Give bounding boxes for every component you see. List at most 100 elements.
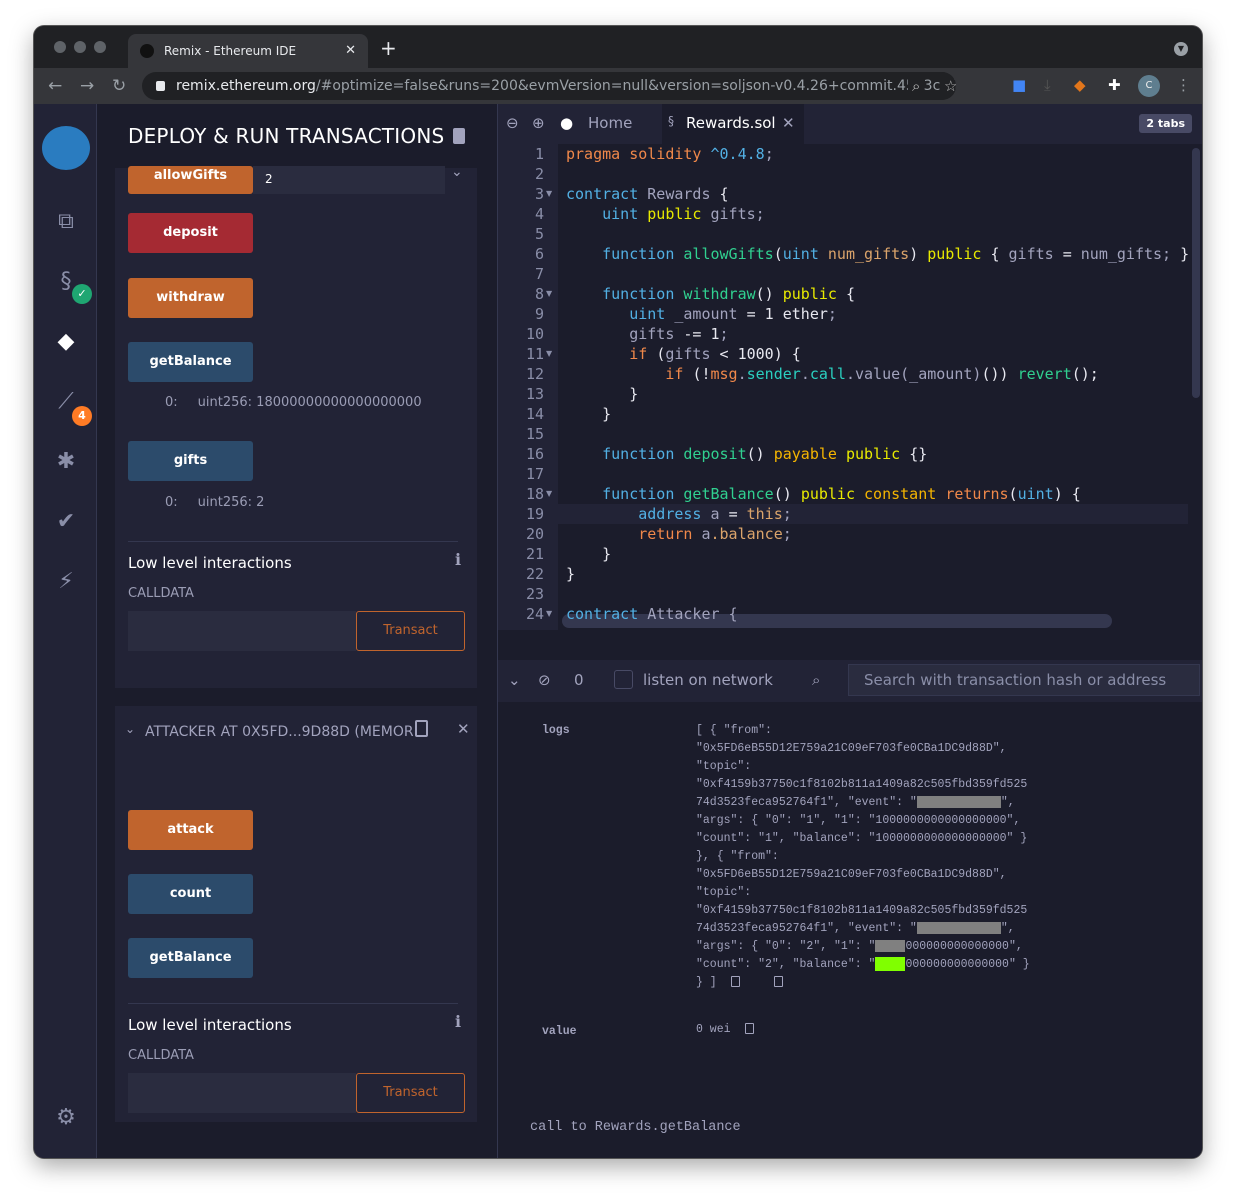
log-text: "count": "1", "balance": "10000000000000… bbox=[696, 832, 1028, 845]
withdraw-button[interactable]: withdraw bbox=[128, 278, 253, 318]
calldata-input[interactable] bbox=[128, 1073, 356, 1113]
plugin-manager-plug-icon[interactable]: ⚡ bbox=[52, 568, 80, 596]
vertical-scrollbar[interactable] bbox=[1192, 148, 1200, 398]
google-translate-icon[interactable]: ■ bbox=[1012, 76, 1026, 94]
info-icon[interactable]: i bbox=[455, 550, 461, 569]
allowGifts-input[interactable]: 2 bbox=[253, 166, 445, 194]
copy-icon[interactable] bbox=[773, 976, 783, 988]
code-token: public bbox=[647, 205, 711, 223]
close-tab-icon[interactable]: ✕ bbox=[345, 43, 356, 58]
bookmark-star-icon[interactable]: ☆ bbox=[940, 72, 956, 100]
code-token: function bbox=[566, 445, 684, 463]
collapse-chevron-icon[interactable]: ⌄ bbox=[125, 722, 135, 736]
transact-button[interactable]: Transact bbox=[356, 1073, 465, 1113]
tab-home[interactable]: Home bbox=[588, 114, 632, 132]
fold-arrow-icon[interactable]: ▼ bbox=[546, 284, 552, 304]
code-token: public bbox=[782, 285, 846, 303]
code-line: uint _amount = 1 ether; bbox=[566, 304, 837, 324]
info-icon[interactable]: i bbox=[455, 1012, 461, 1031]
menu-kebab-icon[interactable]: ⋮ bbox=[1176, 76, 1191, 94]
code-line: contract Rewards { bbox=[566, 184, 729, 204]
forward-icon[interactable]: → bbox=[80, 76, 94, 96]
reload-icon[interactable]: ↻ bbox=[112, 76, 126, 96]
tab-search-icon[interactable]: ▼ bbox=[1174, 42, 1188, 56]
log-line: [ { "from": bbox=[696, 722, 772, 740]
tab-rewards-sol[interactable]: § Rewards.sol ✕ bbox=[662, 104, 804, 144]
line-number: 7 bbox=[534, 265, 544, 283]
code-token: sender bbox=[746, 365, 801, 383]
redaction-block bbox=[875, 956, 906, 971]
fold-arrow-icon[interactable]: ▼ bbox=[546, 484, 552, 504]
deploy-run-icon[interactable]: ◆ bbox=[52, 328, 80, 356]
remix-logo-icon[interactable] bbox=[42, 126, 90, 170]
documentation-icon[interactable] bbox=[453, 128, 465, 144]
line-number: 15 bbox=[525, 425, 544, 443]
clear-console-icon[interactable]: ⊘ bbox=[538, 671, 551, 689]
window-controls[interactable] bbox=[54, 41, 106, 53]
log-text: 74d3523feca952764f1", "event": " bbox=[696, 796, 917, 809]
code-token: ; bbox=[827, 305, 837, 323]
log-text: "0x5FD6eB55D12E759a21C09eF703fe0CBa1DC9d… bbox=[696, 742, 1007, 755]
code-token: () bbox=[773, 485, 801, 503]
code-token: pragma solidity bbox=[566, 145, 711, 163]
home-tab-icon: ● bbox=[560, 114, 574, 132]
back-icon[interactable]: ← bbox=[48, 76, 62, 96]
zoom-out-icon[interactable]: ⊖ bbox=[506, 114, 519, 132]
output-index: 0: bbox=[165, 395, 178, 410]
zoom-icon[interactable]: ⌕ bbox=[908, 72, 925, 100]
file-explorer-icon[interactable]: ⧉ bbox=[52, 208, 80, 236]
code-editor[interactable]: 1 pragma solidity ^0.4.8; 2 3 ▼ contract Rewa… bbox=[498, 144, 1202, 630]
code-token: contract bbox=[566, 605, 648, 623]
tabs-dropdown[interactable]: 2 tabs bbox=[1139, 114, 1192, 133]
line-number: 23 bbox=[525, 585, 544, 603]
log-text: ", bbox=[1000, 922, 1015, 935]
listen-network-checkbox[interactable] bbox=[614, 670, 633, 689]
fold-arrow-icon[interactable]: ▼ bbox=[546, 184, 552, 204]
code-token: uint bbox=[782, 245, 828, 263]
extensions-puzzle-icon[interactable]: ✚ bbox=[1108, 76, 1121, 94]
gifts-button[interactable]: gifts bbox=[128, 441, 253, 481]
close-tab-icon[interactable]: ✕ bbox=[782, 114, 795, 132]
log-text: "args": { "0": "1", "1": "10000000000000… bbox=[696, 814, 1021, 827]
unit-testing-check-icon[interactable]: ✔ bbox=[52, 508, 80, 536]
copy-icon[interactable] bbox=[744, 1023, 754, 1035]
getBalance-button[interactable]: getBalance bbox=[128, 938, 253, 978]
new-tab-button[interactable]: + bbox=[380, 36, 397, 60]
url-input[interactable]: remix.ethereum.org/#optimize=false&runs=… bbox=[142, 72, 956, 100]
getBalance-button[interactable]: getBalance bbox=[128, 342, 253, 382]
settings-gear-icon[interactable]: ⚙ bbox=[52, 1104, 80, 1132]
browser-tab[interactable]: Remix - Ethereum IDE ✕ bbox=[128, 34, 368, 68]
copy-icon[interactable] bbox=[730, 976, 740, 988]
copy-address-icon[interactable] bbox=[415, 720, 428, 737]
log-text: "topic": bbox=[696, 886, 752, 899]
allowGifts-button[interactable]: allowGifts bbox=[128, 166, 253, 194]
call-summary: call to Rewards.getBalance bbox=[530, 1120, 741, 1135]
download-icon[interactable]: ⤓ bbox=[1044, 76, 1051, 94]
transact-button[interactable]: Transact bbox=[356, 611, 465, 651]
code-token: ( bbox=[1008, 485, 1018, 503]
line-number: 4 bbox=[534, 205, 544, 223]
deposit-button[interactable]: deposit bbox=[128, 213, 253, 253]
expand-chevron-icon[interactable]: ⌄ bbox=[451, 164, 463, 180]
log-line: "0x5FD6eB55D12E759a21C09eF703fe0CBa1DC9d… bbox=[696, 866, 1007, 884]
code-token: < 1000) { bbox=[719, 345, 801, 363]
attacker-contract-instance: ⌄ ATTACKER AT 0X5FD...9D88D (MEMOR ✕ att… bbox=[115, 706, 477, 1122]
count-button[interactable]: count bbox=[128, 874, 253, 914]
fold-arrow-icon[interactable]: ▼ bbox=[546, 604, 552, 624]
profile-avatar[interactable]: C bbox=[1138, 75, 1160, 97]
debugger-bug-icon[interactable]: ✱ bbox=[52, 448, 80, 476]
calldata-input[interactable] bbox=[128, 611, 356, 651]
collapse-terminal-icon[interactable]: ⌄ bbox=[508, 671, 521, 689]
fold-arrow-icon[interactable]: ▼ bbox=[546, 344, 552, 364]
code-line: } bbox=[566, 404, 611, 424]
remove-instance-icon[interactable]: ✕ bbox=[457, 720, 470, 738]
attack-button[interactable]: attack bbox=[128, 810, 253, 850]
code-token: constant bbox=[864, 485, 946, 503]
line-number: 16 bbox=[525, 445, 544, 463]
terminal-search-input[interactable]: Search with transaction hash or address bbox=[848, 664, 1200, 696]
code-token: } bbox=[566, 385, 639, 403]
code-token: () bbox=[755, 285, 783, 303]
metamask-fox-icon[interactable]: ◆ bbox=[1074, 76, 1086, 94]
zoom-in-icon[interactable]: ⊕ bbox=[532, 114, 545, 132]
code-token: withdraw bbox=[683, 285, 756, 303]
